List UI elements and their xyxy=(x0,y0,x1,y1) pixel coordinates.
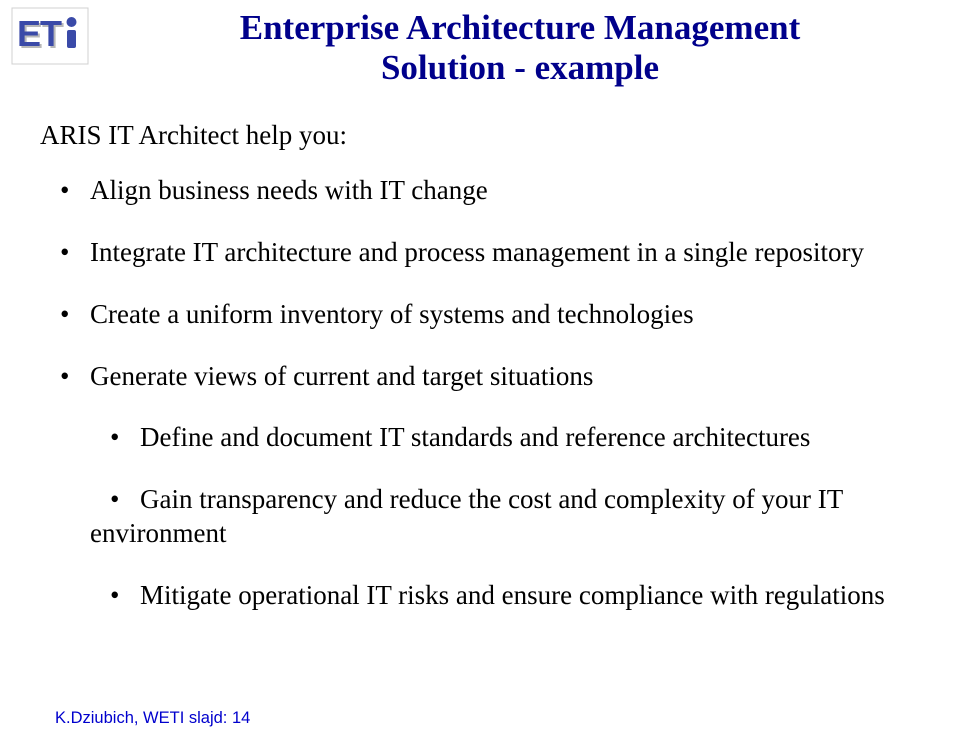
list-item: Align business needs with IT change xyxy=(40,174,920,208)
bullet-list: Align business needs with IT change Inte… xyxy=(40,174,920,612)
list-item: Mitigate operational IT risks and ensure… xyxy=(90,579,920,613)
title-line-1: Enterprise Architecture Management xyxy=(240,8,801,47)
title-line-2: Solution - example xyxy=(381,48,659,87)
nested-bullet-list: Define and document IT standards and ref… xyxy=(90,421,920,612)
lead-text: ARIS IT Architect help you: xyxy=(40,119,920,153)
list-item: Define and document IT standards and ref… xyxy=(90,421,920,455)
list-item: Create a uniform inventory of systems an… xyxy=(40,298,920,332)
hanging-word: environment xyxy=(90,517,920,551)
list-item: Integrate IT architecture and process ma… xyxy=(40,236,920,270)
list-item: Gain transparency and reduce the cost an… xyxy=(90,483,920,551)
slide-title: Enterprise Architecture Management Solut… xyxy=(0,0,960,89)
eti-logo: E T E T xyxy=(10,6,90,66)
footer-text: K.Dziubich, WETI slajd: 14 xyxy=(55,709,250,728)
svg-text:E: E xyxy=(17,13,41,54)
list-item: Generate views of current and target sit… xyxy=(40,360,920,613)
svg-text:T: T xyxy=(40,13,62,54)
slide-content: ARIS IT Architect help you: Align busine… xyxy=(0,89,960,613)
